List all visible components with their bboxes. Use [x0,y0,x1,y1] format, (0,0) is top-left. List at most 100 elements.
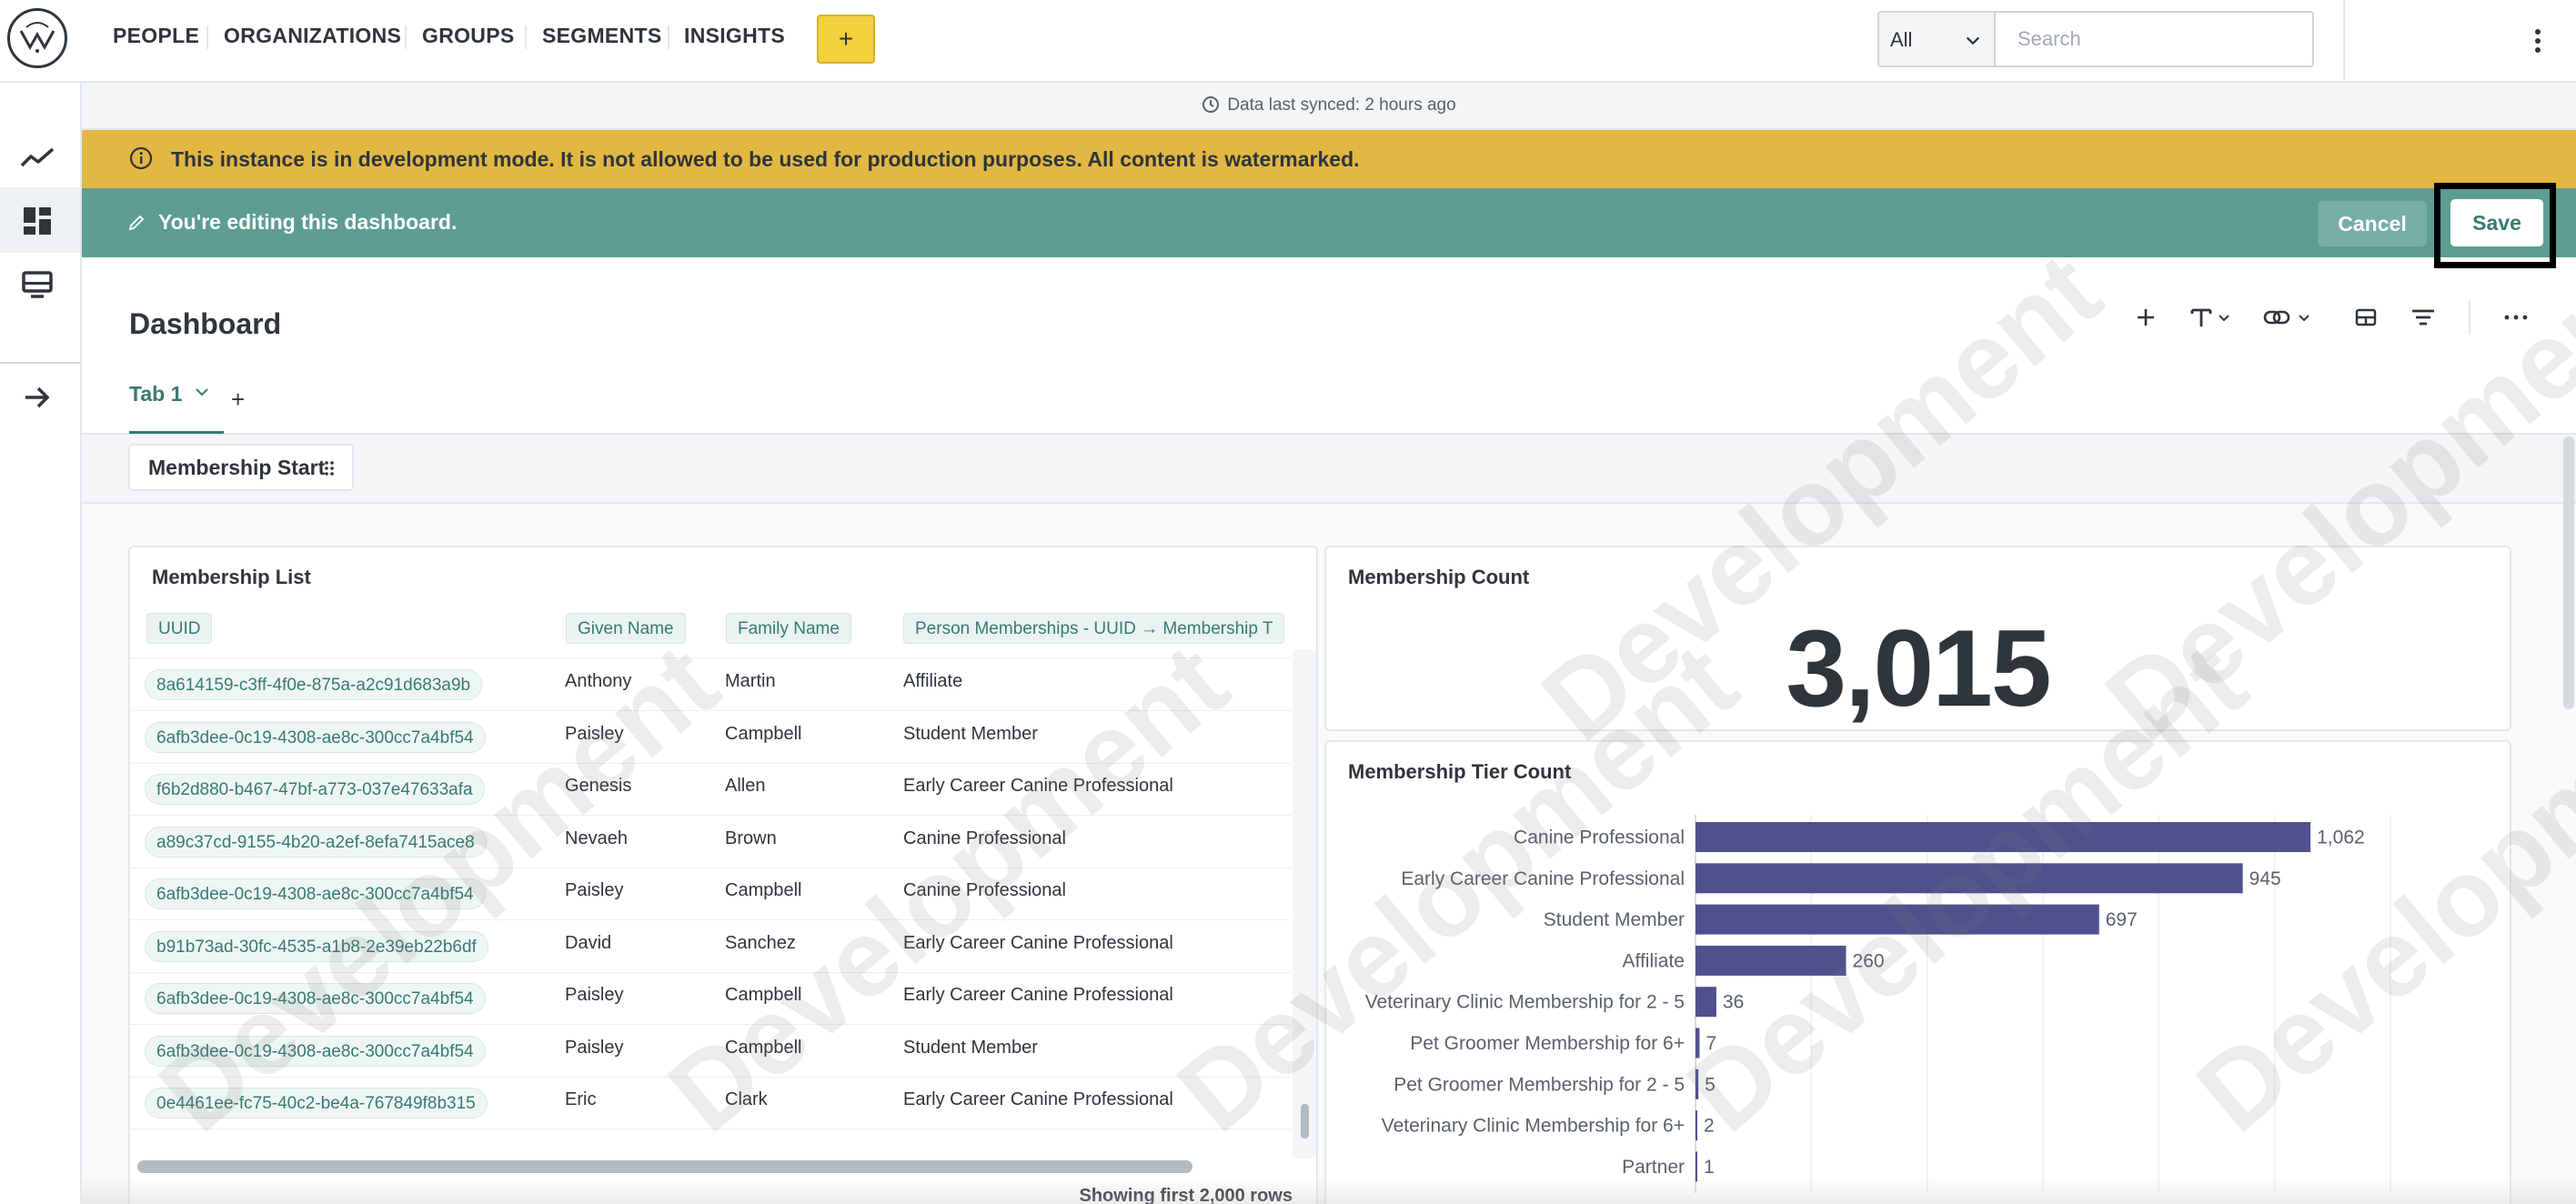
given-name-cell: Paisley [565,985,624,1005]
horizontal-scrollbar[interactable] [130,1157,1291,1179]
search-input[interactable] [1994,11,2314,67]
scrollbar-thumb[interactable] [1301,1104,1309,1139]
uuid-link[interactable]: f6b2d880-b467-47bf-a773-037e47633afa [145,774,485,805]
chart-bar[interactable] [1696,945,1846,976]
given-name-cell: Paisley [565,723,624,744]
cancel-button[interactable]: Cancel [2318,201,2427,246]
table-row[interactable]: a89c37cd-9155-4b20-a2ef-8efa7415ace8 Neva… [130,816,1291,868]
add-new-button[interactable]: + [817,15,875,64]
family-name-cell: Sanchez [725,932,796,953]
sync-status-bar: Data last synced: 2 hours ago [82,83,2576,130]
column-header-family-name[interactable]: Family Name [726,613,851,644]
add-link-icon[interactable] [2263,302,2314,333]
chart-category-label: Pet Groomer Membership for 6+ [1410,1033,1685,1054]
family-name-cell: Campbell [725,985,802,1005]
membership-start-filter[interactable]: Membership Start [128,444,354,491]
membership-type-cell: Canine Professional [903,828,1066,848]
nav-people[interactable]: PEOPLE [113,24,199,48]
table-row[interactable]: b91b73ad-30fc-4535-a1b8-2e39eb22b6df Davi… [130,920,1291,973]
sidebar-divider [0,362,80,364]
membership-type-cell: Early Career Canine Professional [903,932,1173,953]
column-header-uuid[interactable]: UUID [146,613,213,644]
chart-category-label: Student Member [1544,909,1685,930]
active-tab-indicator [129,431,224,434]
family-name-cell: Campbell [725,880,802,900]
uuid-link[interactable]: 6afb3dee-0c19-4308-ae8c-300cc7a4bf54 [145,878,486,909]
chart-bar[interactable] [1696,1151,1697,1182]
chart-value-label: 1,062 [2317,828,2365,848]
chart-bar[interactable] [1696,822,2311,852]
add-section-icon[interactable] [2352,302,2380,333]
table-row[interactable]: 0e4461ee-fc75-40c2-be4a-767849f8b315 Eric… [130,1077,1291,1129]
table-row[interactable]: 6afb3dee-0c19-4308-ae8c-300cc7a4bf54 Pais… [130,711,1291,764]
dashboard-icon[interactable] [18,202,56,240]
expand-arrow-icon[interactable] [18,378,56,416]
tier-bar-chart: Canine Professional 1,062 Early Career Can… [1365,815,2391,1193]
nav-insights[interactable]: INSIGHTS [684,24,785,48]
top-navigation-bar: PEOPLE ORGANIZATIONS GROUPS SEGMENTS INS… [0,0,2576,83]
search-scope-select[interactable]: All [1877,11,1994,67]
table-row[interactable]: 8a614159-c3ff-4f0e-875a-a2c91d683a9b Anth… [130,658,1291,711]
table-row[interactable]: 6afb3dee-0c19-4308-ae8c-300cc7a4bf54 Pais… [130,868,1291,920]
page-scrollbar[interactable] [2563,436,2574,709]
edit-mode-bar: You're editing this dashboard. Cancel Sa… [82,188,2576,257]
uuid-link[interactable]: 6afb3dee-0c19-4308-ae8c-300cc7a4bf54 [145,1035,486,1067]
nav-groups[interactable]: GROUPS [422,24,514,48]
clock-icon [1202,96,1220,113]
chart-value-label: 1 [1704,1157,1715,1178]
chart-category-label: Affiliate [1623,950,1685,971]
chart-bar[interactable] [1696,904,2099,935]
add-text-icon[interactable] [2189,302,2234,333]
family-name-cell: Campbell [725,1037,802,1058]
chart-bar[interactable] [1696,1028,1700,1059]
family-name-cell: Allen [725,776,766,796]
uuid-link[interactable]: a89c37cd-9155-4b20-a2ef-8efa7415ace8 [145,826,487,858]
uuid-link[interactable]: b91b73ad-30fc-4535-a1b8-2e39eb22b6df [145,930,488,962]
pencil-icon [128,215,145,231]
table-row[interactable]: 6afb3dee-0c19-4308-ae8c-300cc7a4bf54 Pais… [130,972,1291,1025]
chart-bar[interactable] [1696,863,2243,894]
membership-type-cell: Early Career Canine Professional [903,776,1173,796]
sync-status-text: Data last synced: 2 hours ago [1227,95,1456,115]
trend-line-icon[interactable] [18,140,56,178]
vertical-scrollbar[interactable] [1293,649,1316,1159]
nav-organizations[interactable]: ORGANIZATIONS [224,24,401,48]
table-row-partial [130,649,1291,658]
card-title: Membership List [152,566,311,588]
drag-handle-icon[interactable] [323,460,336,477]
card-title: Membership Count [1348,566,1530,588]
chevron-down-icon[interactable] [195,385,209,399]
chart-bar[interactable] [1696,1110,1697,1141]
family-name-cell: Clark [725,1089,768,1109]
more-options-icon[interactable] [2529,25,2547,56]
membership-tier-count-card: Membership Tier Count Canine Professiona… [1324,740,2511,1204]
uuid-link[interactable]: 0e4461ee-fc75-40c2-be4a-767849f8b315 [145,1088,488,1119]
nav-segments[interactable]: SEGMENTS [542,24,661,48]
column-header-given-name[interactable]: Given Name [566,613,686,644]
table-row[interactable]: f6b2d880-b467-47bf-a773-037e47633afa Gene… [130,763,1291,816]
uuid-link[interactable]: 6afb3dee-0c19-4308-ae8c-300cc7a4bf54 [145,983,486,1014]
chart-category-label: Partner [1622,1157,1685,1178]
family-name-cell: Brown [725,828,777,848]
add-card-icon[interactable] [2132,302,2159,333]
report-board-icon[interactable] [18,267,56,306]
chart-bar[interactable] [1696,1069,1699,1099]
filter-icon[interactable] [2409,302,2438,333]
topbar-divider [2343,0,2345,83]
chart-bar[interactable] [1696,987,1716,1018]
chart-category-label: Veterinary Clinic Membership for 2 - 5 [1365,992,1685,1013]
membership-list-card: Membership List UUID Given Name Family N… [128,546,1318,1204]
app-logo[interactable] [7,8,67,68]
given-name-cell: Paisley [565,1037,624,1058]
column-header-membership[interactable]: Person Memberships - UUID → Membership T [903,613,1285,644]
nav-separator [405,25,407,49]
table-row[interactable]: 6afb3dee-0c19-4308-ae8c-300cc7a4bf54 Pais… [130,1025,1291,1078]
uuid-link[interactable]: 8a614159-c3ff-4f0e-875a-a2c91d683a9b [145,669,483,700]
membership-type-cell: Canine Professional [903,880,1066,900]
scrollbar-thumb[interactable] [137,1160,1192,1173]
add-tab-button[interactable]: + [231,386,245,414]
uuid-link[interactable]: 6afb3dee-0c19-4308-ae8c-300cc7a4bf54 [145,721,486,753]
more-options-icon[interactable] [2501,302,2531,333]
chart-value-label: 5 [1705,1074,1716,1095]
tab-1[interactable]: Tab 1 [129,382,209,433]
